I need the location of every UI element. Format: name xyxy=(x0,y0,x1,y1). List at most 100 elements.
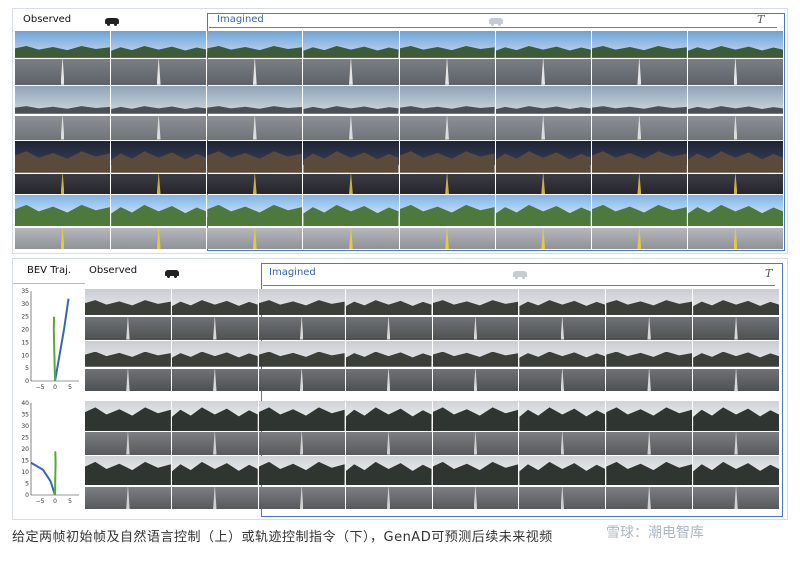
video-frame xyxy=(693,401,779,455)
car-icon xyxy=(165,270,179,278)
video-frame xyxy=(258,289,345,340)
y-tick-label: 10 xyxy=(21,469,29,476)
trajectory-green xyxy=(54,451,57,496)
x-tick-label: 0 xyxy=(53,384,57,391)
video-frame xyxy=(399,85,495,140)
x-tick-label: −5 xyxy=(36,384,45,391)
car-icon-faded xyxy=(513,271,527,279)
video-frame xyxy=(207,140,303,195)
time-label: T xyxy=(757,13,765,26)
video-frame xyxy=(519,455,606,509)
video-frame xyxy=(303,195,399,249)
video-frame xyxy=(345,401,432,455)
video-frame xyxy=(693,455,779,509)
video-frame xyxy=(303,140,399,195)
y-tick-label: 25 xyxy=(21,435,29,442)
bottom-video-panel: BEV Traj. Observed Imagined T 35 30 25 20 15… xyxy=(12,258,788,520)
video-frame xyxy=(111,85,207,140)
figure-caption: 给定两帧初始帧及自然语言控制（上）或轨迹控制指令（下），GenAD可预测后续未来… xyxy=(12,530,553,545)
time-label: T xyxy=(765,267,773,280)
video-frame xyxy=(432,401,519,455)
video-frame xyxy=(207,85,303,140)
x-tick-label: 0 xyxy=(53,498,57,505)
video-frame xyxy=(687,31,783,85)
bottom-frame-grid-2 xyxy=(85,401,779,509)
timeline-arrow xyxy=(209,27,777,28)
video-frame xyxy=(85,455,171,509)
video-frame xyxy=(519,340,606,391)
video-frame xyxy=(693,340,779,391)
video-frame xyxy=(171,340,258,391)
car-icon xyxy=(105,18,119,26)
video-frame xyxy=(591,31,687,85)
bottom-frame-grid-1 xyxy=(85,289,779,391)
video-frame xyxy=(519,289,606,340)
y-tick-label: 30 xyxy=(21,301,29,308)
trajectory-blue xyxy=(30,461,56,496)
imagined-label: Imagined xyxy=(217,14,264,25)
video-frame xyxy=(495,140,591,195)
bev-trajectory-plot-2: 40 35 30 25 20 15 10 5 0 −5 0 5 xyxy=(21,400,79,505)
trajectory-green xyxy=(52,316,56,382)
video-frame xyxy=(15,195,111,249)
y-tick-label: 35 xyxy=(21,288,29,295)
video-frame xyxy=(495,31,591,85)
video-frame xyxy=(432,340,519,391)
video-frame xyxy=(85,340,171,391)
x-tick-label: 5 xyxy=(68,384,72,391)
x-tick-label: 5 xyxy=(68,498,72,505)
video-frame xyxy=(258,455,345,509)
y-tick-label: 15 xyxy=(21,339,29,346)
video-frame xyxy=(85,289,171,340)
bev-header-divider xyxy=(13,283,85,284)
video-frame xyxy=(207,31,303,85)
car-icon-faded xyxy=(489,18,503,26)
video-frame xyxy=(171,401,258,455)
y-tick-label: 30 xyxy=(21,423,29,430)
y-tick-label: 5 xyxy=(25,365,29,372)
video-frame xyxy=(432,289,519,340)
y-tick-label: 0 xyxy=(25,492,29,499)
video-frame xyxy=(345,455,432,509)
bev-label: BEV Traj. xyxy=(27,265,72,276)
video-frame xyxy=(399,140,495,195)
video-frame xyxy=(258,340,345,391)
video-frame xyxy=(171,455,258,509)
y-tick-label: 20 xyxy=(21,446,29,453)
video-frame xyxy=(85,401,171,455)
x-tick-label: −5 xyxy=(36,498,45,505)
video-frame xyxy=(606,340,693,391)
video-frame xyxy=(111,140,207,195)
y-tick-label: 35 xyxy=(21,412,29,419)
bev-trajectory-plot-1: 35 30 25 20 15 10 5 0 −5 0 5 xyxy=(21,288,79,391)
video-frame xyxy=(399,31,495,85)
video-frame xyxy=(207,195,303,249)
video-frame xyxy=(606,401,693,455)
top-frame-grid xyxy=(15,31,783,249)
video-frame xyxy=(591,85,687,140)
y-tick-label: 15 xyxy=(21,458,29,465)
video-frame xyxy=(345,289,432,340)
video-frame xyxy=(693,289,779,340)
video-frame xyxy=(303,31,399,85)
observed-label: Observed xyxy=(23,14,72,25)
imagined-label: Imagined xyxy=(269,267,316,278)
video-frame xyxy=(687,85,783,140)
top-video-panel: Observed Imagined T xyxy=(12,8,788,254)
video-frame xyxy=(687,195,783,249)
trajectory-blue xyxy=(54,298,70,382)
y-tick-label: 25 xyxy=(21,314,29,321)
video-frame xyxy=(111,31,207,85)
video-frame xyxy=(495,85,591,140)
y-tick-label: 40 xyxy=(21,400,29,407)
video-frame xyxy=(606,289,693,340)
video-frame xyxy=(15,31,111,85)
y-tick-label: 5 xyxy=(25,481,29,488)
y-tick-label: 0 xyxy=(25,378,29,385)
video-frame xyxy=(303,85,399,140)
video-frame xyxy=(432,455,519,509)
video-frame xyxy=(111,195,207,249)
timeline-arrow xyxy=(263,285,775,286)
video-frame xyxy=(591,140,687,195)
observed-label: Observed xyxy=(89,265,138,276)
